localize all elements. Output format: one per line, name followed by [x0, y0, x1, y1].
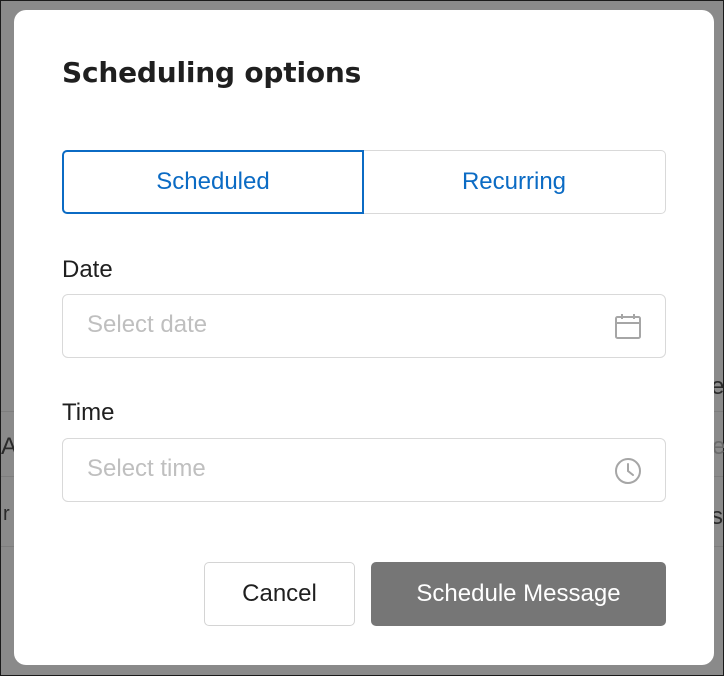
- tab-recurring[interactable]: Recurring: [363, 150, 666, 214]
- dialog-title: Scheduling options: [62, 56, 362, 89]
- schedule-message-button[interactable]: Schedule Message: [371, 562, 666, 626]
- calendar-icon: [615, 314, 641, 339]
- date-label: Date: [62, 256, 113, 283]
- schedule-message-button-label: Schedule Message: [416, 580, 621, 607]
- time-picker-input[interactable]: Select time: [62, 438, 666, 502]
- cancel-button-label: Cancel: [242, 580, 317, 607]
- tab-recurring-label: Recurring: [461, 168, 567, 195]
- bg-text: r: [3, 503, 10, 525]
- scheduling-dialog: Scheduling options Scheduled Recurring D…: [14, 10, 714, 665]
- tab-scheduled[interactable]: Scheduled: [62, 150, 364, 214]
- time-placeholder: Select time: [87, 455, 206, 482]
- clock-icon: [615, 458, 641, 484]
- date-placeholder: Select date: [87, 311, 208, 338]
- time-label: Time: [62, 399, 115, 426]
- date-picker-input[interactable]: Select date: [62, 294, 666, 358]
- tab-scheduled-label: Scheduled: [156, 168, 270, 195]
- cancel-button[interactable]: Cancel: [204, 562, 355, 626]
